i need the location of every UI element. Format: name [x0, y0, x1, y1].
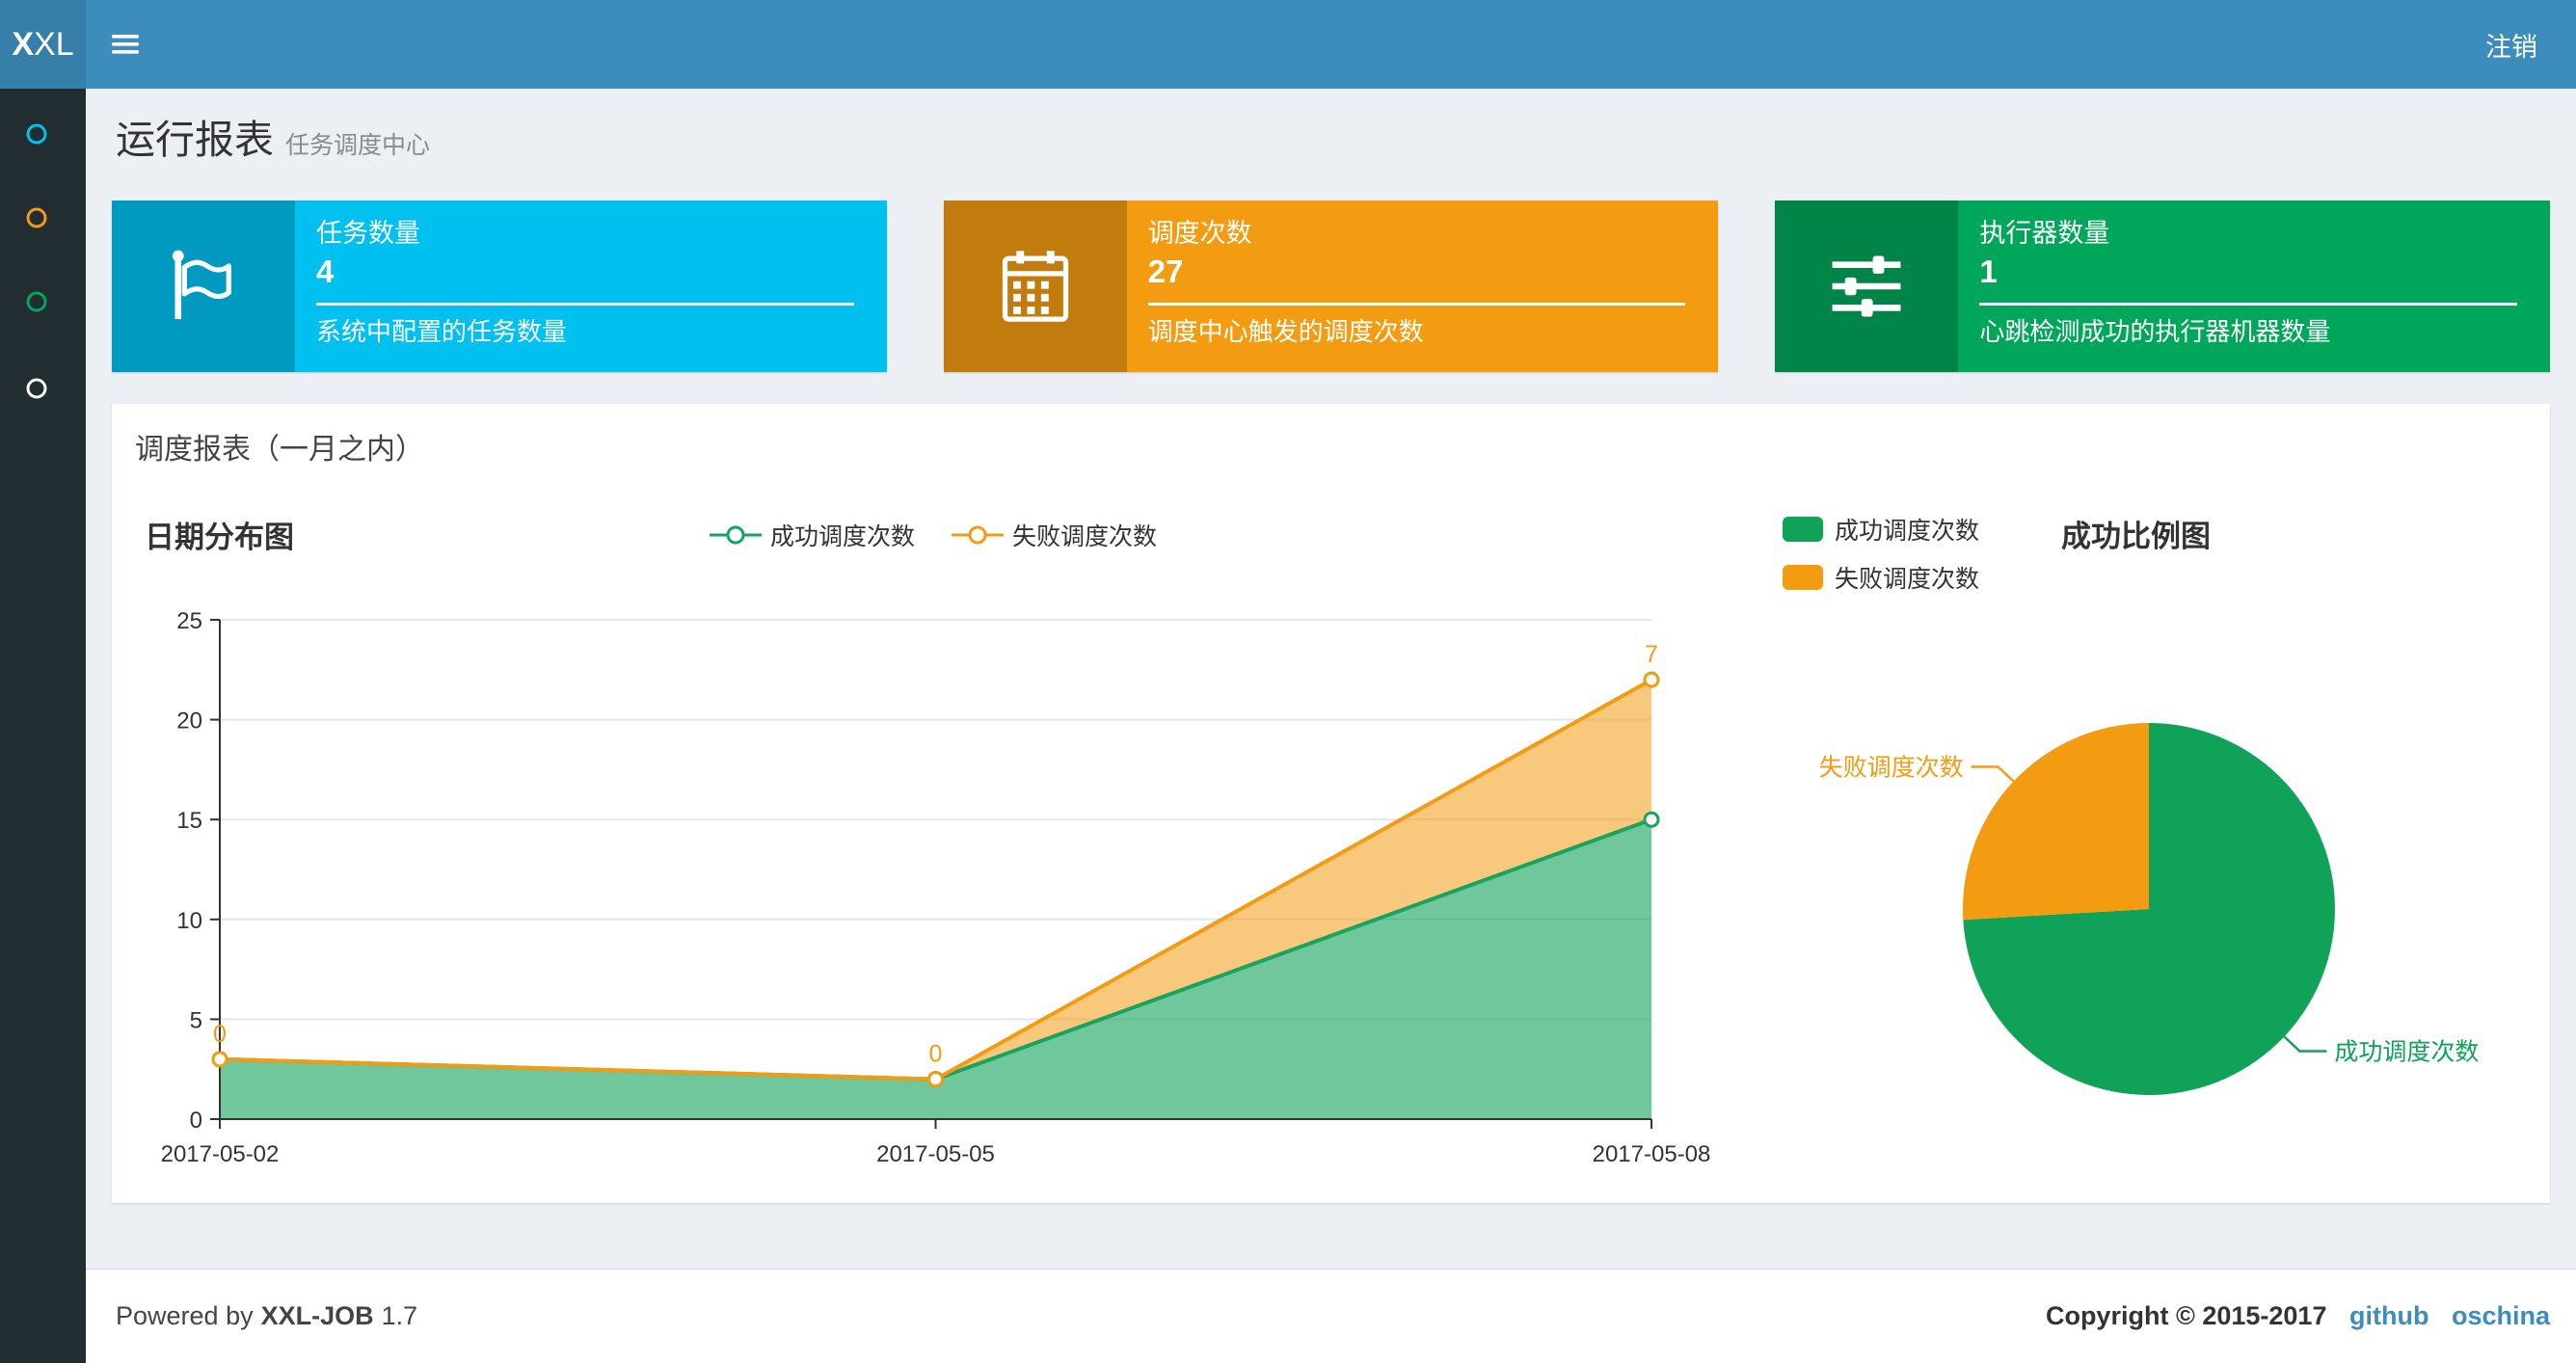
- circle-icon: [26, 378, 47, 399]
- progress-line: [316, 303, 854, 306]
- sidebar-toggle-button[interactable]: [86, 0, 165, 89]
- info-box-label: 调度次数: [1147, 219, 1252, 248]
- svg-text:0: 0: [190, 1108, 202, 1134]
- svg-text:0: 0: [213, 1021, 227, 1048]
- info-box-label: 任务数量: [316, 219, 420, 248]
- sidebar-item-3[interactable]: [25, 290, 48, 313]
- powered-by-text: Powered by: [116, 1301, 254, 1330]
- content-area: 运行报表 任务调度中心 任务数量 4 系统中配置的任务数量 调度次数 27 调度…: [86, 89, 2576, 1363]
- svg-text:25: 25: [176, 608, 202, 634]
- progress-line: [1147, 303, 1686, 306]
- info-box-description: 调度中心触发的调度次数: [1147, 317, 1424, 346]
- svg-text:2017-05-05: 2017-05-05: [876, 1141, 995, 1167]
- svg-text:失败调度次数: 失败调度次数: [1819, 755, 1964, 782]
- progress-line: [1979, 303, 2518, 306]
- product-version: 1.7: [381, 1301, 418, 1330]
- sidebar: [0, 89, 86, 1363]
- info-box-value: 1: [1979, 254, 1998, 289]
- top-navbar: X XL 注销: [0, 0, 2576, 89]
- info-box-executor-count: 执行器数量 1 心跳检测成功的执行器机器数量: [1775, 200, 2551, 372]
- product-name: XXL-JOB: [260, 1301, 374, 1330]
- circle-icon: [26, 123, 47, 145]
- info-box-value: 4: [316, 254, 335, 289]
- svg-text:7: 7: [1645, 641, 1658, 668]
- calendar-icon: [943, 200, 1127, 372]
- svg-text:15: 15: [176, 808, 202, 834]
- info-box-description: 系统中配置的任务数量: [316, 317, 568, 346]
- schedule-report-panel: 调度报表（一月之内） 日期分布图 成功调度次数 失败调度次数 成功调度次数 失败…: [112, 404, 2550, 1203]
- info-box-trigger-count: 调度次数 27 调度中心触发的调度次数: [943, 200, 1719, 372]
- copyright: Copyright © 2015-2017 github oschina: [2046, 1301, 2550, 1331]
- info-box-label: 执行器数量: [1979, 219, 2110, 248]
- page-title: 运行报表: [116, 118, 274, 162]
- page-header: 运行报表 任务调度中心: [86, 89, 2576, 200]
- github-link[interactable]: github: [2349, 1301, 2428, 1330]
- logo-text: XL: [34, 25, 74, 63]
- circle-icon: [26, 291, 47, 312]
- info-box-row: 任务数量 4 系统中配置的任务数量 调度次数 27 调度中心触发的调度次数 执行…: [112, 200, 2551, 372]
- info-box-description: 心跳检测成功的执行器机器数量: [1979, 317, 2331, 346]
- sidebar-item-1[interactable]: [25, 122, 48, 146]
- powered-by: Powered by XXL-JOB 1.7: [116, 1301, 417, 1331]
- flag-icon: [112, 200, 295, 372]
- hamburger-icon: [112, 35, 139, 54]
- oschina-link[interactable]: oschina: [2452, 1301, 2550, 1330]
- charts-canvas: 05101520252017-05-02 2017-05-05 2017-05-08…: [161, 608, 2480, 1167]
- sidebar-item-2[interactable]: [25, 206, 48, 229]
- svg-text:5: 5: [190, 1007, 202, 1033]
- app-logo[interactable]: X XL: [0, 0, 86, 89]
- circle-icon: [26, 207, 47, 228]
- date-distribution-chart: 05101520252017-05-02 2017-05-05 2017-05-08…: [161, 608, 1711, 1167]
- svg-text:20: 20: [176, 708, 202, 735]
- logo-text-bold: X: [12, 25, 35, 63]
- logout-link[interactable]: 注销: [2447, 0, 2576, 89]
- svg-text:2017-05-02: 2017-05-02: [161, 1141, 280, 1167]
- svg-text:成功调度次数: 成功调度次数: [2334, 1039, 2479, 1066]
- copyright-text: Copyright © 2015-2017: [2045, 1301, 2327, 1330]
- success-ratio-pie-chart: 成功调度次数 失败调度次数: [1819, 723, 2479, 1095]
- sidebar-item-4[interactable]: [25, 377, 48, 400]
- xxl-job-dashboard: X XL 注销 运行报表 任务调度中心 任务数量 4 系统中配置的任务数量 调度…: [0, 0, 2576, 1363]
- svg-text:0: 0: [929, 1041, 943, 1068]
- page-subtitle: 任务调度中心: [285, 132, 431, 159]
- footer: Powered by XXL-JOB 1.7 Copyright © 2015-20…: [86, 1269, 2576, 1363]
- sliders-icon: [1775, 200, 1959, 372]
- svg-text:10: 10: [176, 908, 202, 934]
- svg-text:2017-05-08: 2017-05-08: [1593, 1141, 1711, 1167]
- info-box-value: 27: [1147, 254, 1184, 289]
- info-box-task-count: 任务数量 4 系统中配置的任务数量: [112, 200, 887, 372]
